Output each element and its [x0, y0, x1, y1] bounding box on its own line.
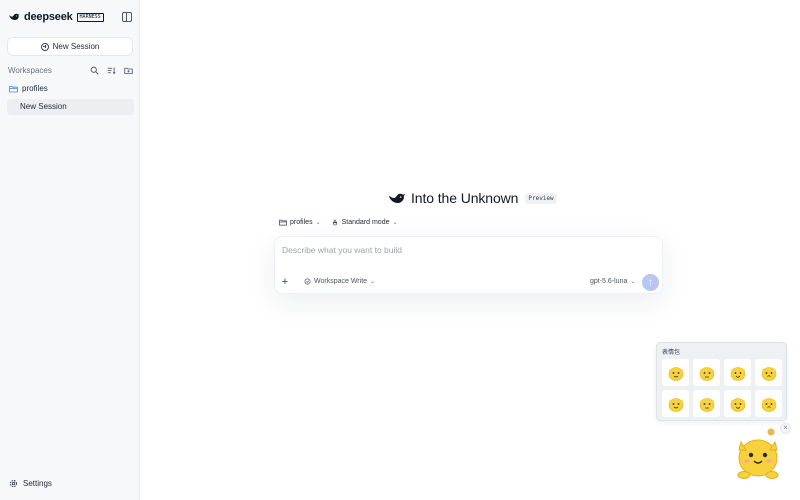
plus-circle-icon: [40, 42, 49, 51]
mode-selector[interactable]: Standard mode ⌄: [331, 219, 398, 226]
folder-icon: [9, 85, 18, 92]
sticker-grid: [662, 359, 782, 417]
sticker-item[interactable]: [755, 359, 782, 386]
sticker-item[interactable]: [755, 390, 782, 417]
new-session-button[interactable]: New Session: [7, 37, 133, 56]
model-label: gpt-5.6-luna: [590, 278, 628, 285]
workspace-folder[interactable]: profiles: [9, 84, 48, 93]
workspace-selector-label: profiles: [290, 219, 313, 226]
workspace-selector[interactable]: profiles ⌄: [279, 219, 321, 226]
sort-icon[interactable]: [107, 66, 116, 75]
chevron-down-icon: ⌄: [370, 279, 376, 285]
sticker-panel: 表情包: [656, 342, 787, 421]
sticker-item[interactable]: [662, 390, 689, 417]
gear-icon: [9, 479, 18, 488]
whale-logo-icon: [9, 13, 20, 20]
sticker-item[interactable]: [662, 359, 689, 386]
shield-icon: [304, 278, 311, 285]
prompt-input[interactable]: Describe what you want to build: [282, 245, 402, 255]
composer-selectors: profiles ⌄ Standard mode ⌄: [279, 219, 398, 226]
settings-label: Settings: [23, 479, 52, 488]
preview-badge: Preview: [525, 192, 557, 204]
model-selector[interactable]: gpt-5.6-luna ⌄: [590, 278, 635, 285]
send-button[interactable]: ↑: [642, 274, 659, 291]
sticker-face-icon: [699, 397, 714, 412]
hero-heading: Into the Unknown Preview: [388, 190, 557, 206]
search-icon[interactable]: [90, 66, 99, 75]
sticker-item[interactable]: [693, 359, 720, 386]
sidebar: deepseek HARNESS New Session Workspaces: [0, 0, 140, 500]
add-attachment-button[interactable]: +: [279, 276, 291, 288]
chevron-down-icon: ⌄: [392, 220, 398, 226]
folder-icon: [279, 219, 287, 226]
new-session-label: New Session: [52, 42, 100, 51]
recycle-icon: [332, 219, 337, 226]
mascot-icon[interactable]: [733, 428, 783, 480]
chevron-down-icon: ⌄: [630, 279, 636, 285]
workspaces-header: Workspaces: [8, 65, 133, 75]
sticker-item[interactable]: [724, 359, 751, 386]
permission-label: Workspace Write: [314, 278, 368, 285]
sticker-face-icon: [668, 397, 683, 412]
page-title: Into the Unknown: [411, 190, 519, 206]
new-folder-icon[interactable]: [124, 66, 133, 75]
folder-label: profiles: [22, 84, 48, 93]
composer: Describe what you want to build + Worksp…: [274, 236, 663, 294]
brand-name: deepseek: [24, 11, 73, 23]
sticker-item[interactable]: [724, 390, 751, 417]
session-item[interactable]: New Session: [7, 99, 134, 115]
brand[interactable]: deepseek HARNESS: [8, 11, 104, 23]
sticker-face-icon: [761, 366, 776, 381]
brand-tag: HARNESS: [76, 12, 104, 22]
sticker-item[interactable]: [693, 390, 720, 417]
arrow-up-icon: ↑: [648, 277, 653, 288]
sidebar-toggle-icon[interactable]: [122, 12, 132, 22]
whale-logo-icon: [388, 193, 406, 203]
workspaces-label: Workspaces: [8, 65, 52, 75]
sticker-panel-title: 表情包: [662, 350, 681, 356]
chevron-down-icon: ⌄: [315, 220, 321, 226]
settings-button[interactable]: Settings: [9, 479, 52, 488]
sticker-face-icon: [761, 397, 776, 412]
sticker-face-icon: [699, 366, 714, 381]
sticker-face-icon: [730, 397, 745, 412]
sticker-face-icon: [668, 366, 683, 381]
permission-selector[interactable]: Workspace Write ⌄: [304, 278, 375, 285]
sticker-face-icon: [730, 366, 745, 381]
mode-selector-label: Standard mode: [341, 219, 390, 226]
